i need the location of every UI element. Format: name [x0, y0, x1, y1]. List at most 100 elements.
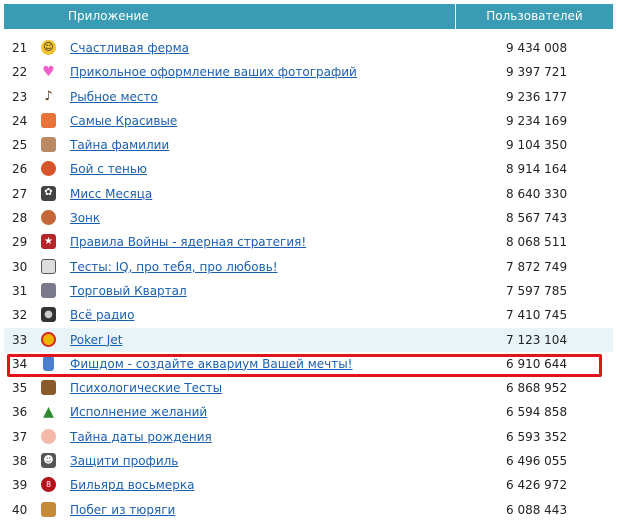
user-count: 6 088 443 [506, 502, 568, 517]
app-link[interactable]: Фишдом - создайте аквариум Вашей мечты! [70, 352, 353, 376]
user-count: 9 234 169 [506, 113, 568, 128]
row-rank: 25 [12, 138, 28, 153]
user-count: 9 397 721 [506, 65, 568, 80]
app-link[interactable]: Мисс Месяца [70, 182, 152, 206]
radio-icon: ● [41, 307, 56, 323]
app-link[interactable]: Тесты: IQ, про тебя, про любовь! [70, 255, 278, 279]
app-link[interactable]: Психологические Тесты [70, 376, 222, 400]
row-rank: 23 [12, 89, 28, 104]
table-row: 24 Самые Красивые 9 234 169 [4, 109, 613, 133]
user-count: 7 597 785 [506, 283, 568, 298]
star-badge-icon: ★ [41, 234, 56, 250]
heart-icon: ♥ [42, 63, 55, 80]
table-row: 25 Тайна фамилии 9 104 350 [4, 133, 613, 157]
table-row: 39 8 Бильярд восьмерка 6 426 972 [4, 473, 613, 497]
user-count: 9 236 177 [506, 89, 568, 104]
building-icon [41, 282, 56, 298]
row-rank: 35 [12, 381, 28, 396]
user-count: 6 496 055 [506, 454, 568, 469]
table-row: 21 ☺ Счастливая ферма 9 434 008 [4, 36, 613, 60]
fist-icon [41, 161, 56, 177]
user-count: 6 910 644 [506, 356, 568, 371]
app-link[interactable]: Рыбное место [70, 85, 158, 109]
app-link[interactable]: Защити профиль [70, 449, 178, 473]
user-count: 9 104 350 [506, 138, 568, 153]
app-link[interactable]: Самые Красивые [70, 109, 177, 133]
portrait-icon [41, 112, 56, 128]
app-ranking-table: Приложение Пользователей 21 ☺ Счастливая… [4, 4, 613, 522]
poker-chip-icon [41, 331, 56, 347]
row-rank: 40 [12, 502, 28, 517]
app-link[interactable]: Бой с тенью [70, 157, 147, 181]
row-rank: 21 [12, 41, 28, 55]
user-count: 6 868 952 [506, 381, 568, 396]
user-count: 6 593 352 [506, 429, 568, 444]
fishing-rod-icon: ♪ [44, 88, 53, 104]
table-row: 23 ♪ Рыбное место 9 236 177 [4, 85, 613, 109]
app-link[interactable]: Зонк [70, 206, 100, 230]
user-count: 8 068 511 [506, 235, 568, 250]
app-link[interactable]: Всё радио [70, 303, 134, 327]
table-row: 36 ▲ Исполнение желаний 6 594 858 [4, 400, 613, 424]
app-link[interactable]: Тайна фамилии [70, 133, 169, 157]
face-sketch-icon [41, 258, 56, 274]
row-rank: 39 [12, 478, 28, 493]
aquarium-icon [43, 355, 54, 371]
row-rank: 32 [12, 308, 28, 323]
table-row: 37 Тайна даты рождения 6 593 352 [4, 425, 613, 449]
user-count: 7 123 104 [506, 332, 568, 347]
column-header-users: Пользователей [486, 9, 583, 23]
user-count: 9 434 008 [506, 41, 568, 55]
app-link[interactable]: Бильярд восьмерка [70, 473, 194, 497]
row-rank: 27 [12, 186, 28, 201]
app-link[interactable]: Торговый Квартал [70, 279, 187, 303]
table-row: 35 Психологические Тесты 6 868 952 [4, 376, 613, 400]
app-link[interactable]: Тайна даты рождения [70, 425, 212, 449]
user-count: 6 594 858 [506, 405, 568, 420]
row-rank: 33 [12, 332, 28, 347]
test-book-icon [41, 380, 56, 396]
row-rank: 28 [12, 211, 28, 226]
user-count: 7 410 745 [506, 308, 568, 323]
app-link[interactable]: Счастливая ферма [70, 36, 189, 60]
table-row: 28 Зонк 8 567 743 [4, 206, 613, 230]
table-row: 31 Торговый Квартал 7 597 785 [4, 279, 613, 303]
user-count: 6 426 972 [506, 478, 568, 493]
row-rank: 37 [12, 429, 28, 444]
app-link[interactable]: Исполнение желаний [70, 400, 207, 424]
table-row: 33 Poker Jet 7 123 104 [4, 327, 613, 352]
user-count: 8 914 164 [506, 162, 568, 177]
ghost-icon: ☻ [41, 453, 56, 469]
row-rank: 22 [12, 65, 28, 80]
table-header: Приложение Пользователей [4, 4, 613, 29]
table-row: 32 ● Всё радио 7 410 745 [4, 303, 613, 327]
table-row: 34 Фишдом - создайте аквариум Вашей мечт… [4, 352, 613, 376]
app-link[interactable]: Побег из тюряги [70, 498, 175, 522]
table-body: 21 ☺ Счастливая ферма 9 434 008 22 ♥ При… [4, 36, 613, 522]
app-link[interactable]: Правила Войны - ядерная стратегия! [70, 230, 306, 254]
sun-face-icon: ☺ [41, 40, 56, 55]
table-row: 27 ✿ Мисс Месяца 8 640 330 [4, 182, 613, 206]
row-rank: 26 [12, 162, 28, 177]
row-rank: 34 [12, 356, 28, 371]
row-rank: 24 [12, 113, 28, 128]
mask-icon: ✿ [41, 185, 56, 201]
prison-icon [41, 501, 56, 517]
app-link[interactable]: Прикольное оформление ваших фотографий [70, 60, 357, 84]
table-row: 22 ♥ Прикольное оформление ваших фотогра… [4, 60, 613, 84]
row-rank: 31 [12, 283, 28, 298]
tree-icon: ▲ [43, 403, 54, 420]
user-count: 7 872 749 [506, 259, 568, 274]
baby-face-icon [41, 428, 56, 444]
app-link[interactable]: Poker Jet [70, 328, 122, 352]
user-count: 8 640 330 [506, 186, 568, 201]
table-row: 38 ☻ Защити профиль 6 496 055 [4, 449, 613, 473]
table-row: 40 Побег из тюряги 6 088 443 [4, 498, 613, 522]
row-rank: 30 [12, 259, 28, 274]
row-rank: 38 [12, 454, 28, 469]
bell-icon [41, 210, 56, 226]
row-rank: 29 [12, 235, 28, 250]
table-row: 29 ★ Правила Войны - ядерная стратегия! … [4, 230, 613, 254]
face-icon [41, 137, 56, 153]
table-row: 26 Бой с тенью 8 914 164 [4, 157, 613, 181]
